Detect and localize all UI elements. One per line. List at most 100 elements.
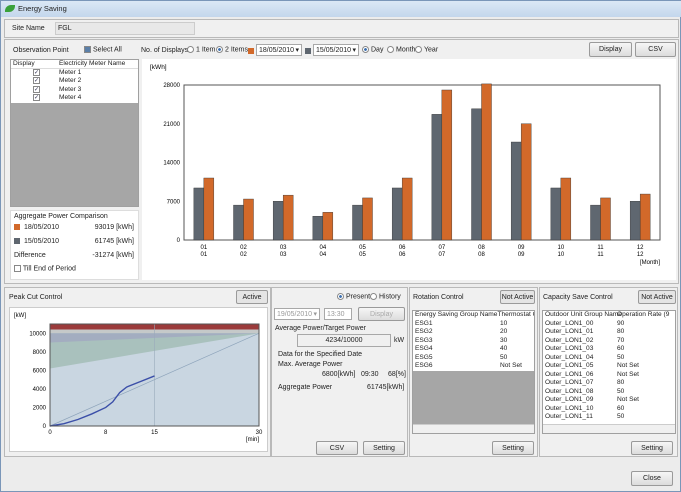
peak-cut-title: Peak Cut Control <box>9 294 63 301</box>
x-tick-label: 11 <box>597 245 604 251</box>
table-row[interactable]: Outer_LON1_11 50 <box>543 413 675 422</box>
close-button[interactable]: Close <box>631 471 673 486</box>
table-row[interactable]: Outer_LON1_09 Not Set <box>543 396 675 405</box>
rotation-setting-button[interactable]: Setting <box>492 441 534 455</box>
select-all-checkbox[interactable]: Select All <box>84 46 122 53</box>
table-row[interactable]: Outer_LON1_04 50 <box>543 354 675 363</box>
group-name-cell: Outer_LON1_05 <box>545 362 594 369</box>
value-cell: 80 <box>617 328 625 335</box>
display-button[interactable]: Display <box>589 42 632 57</box>
month-radio[interactable]: Month <box>387 46 415 53</box>
bar-series2 <box>312 215 324 241</box>
x-tick-label: 06 <box>399 245 406 251</box>
table-row[interactable]: ESG5 50 <box>413 354 534 363</box>
group-name-cell: ESG2 <box>415 328 433 335</box>
table-row[interactable]: ESG3 30 <box>413 337 534 346</box>
meter-checkbox[interactable]: ✓ <box>33 94 40 101</box>
meter-row[interactable]: ✓ Meter 2 <box>11 77 138 86</box>
bar-series1 <box>560 177 572 241</box>
table-row[interactable]: Outer_LON1_02 70 <box>543 337 675 346</box>
table-row[interactable]: Outer_LON1_00 90 <box>543 320 675 329</box>
capacity-table: Outdoor Unit Group Name Operation Rate (9… <box>542 310 676 434</box>
table-row[interactable]: Outer_LON1_08 50 <box>543 388 675 397</box>
meter-checkbox[interactable]: ✓ <box>33 85 40 93</box>
x-tick-label: 08 <box>478 245 485 251</box>
window-title: Energy Saving <box>18 4 67 13</box>
table-row[interactable]: Outer_LON1_03 60 <box>543 345 675 354</box>
group-name-cell: Outer_LON1_08 <box>545 387 594 395</box>
day-radio[interactable]: Day <box>362 46 383 53</box>
rotation-table: Energy Saving Group Name Thermostat C ESG… <box>412 310 535 434</box>
value-cell: 50 <box>617 387 625 395</box>
table-row[interactable]: ESG2 20 <box>413 328 534 337</box>
year-radio[interactable]: Year <box>415 46 438 53</box>
horizontal-scrollbar[interactable] <box>413 424 534 433</box>
group-name-cell: Outer_LON1_04 <box>545 353 594 361</box>
site-name-label: Site Name <box>12 25 45 32</box>
present-radio[interactable]: Present <box>337 293 370 300</box>
x-tick-label: 11 <box>597 252 604 258</box>
date2-dropdown[interactable]: 15/05/2010 ▾ <box>313 44 359 56</box>
max-avg-power-time: 09:30 <box>361 371 379 378</box>
two-items-radio[interactable]: 2 Items <box>216 46 248 53</box>
table-row[interactable]: Outer_LON1_10 60 <box>543 405 675 414</box>
meter-row[interactable]: ✓ Meter 1 <box>11 68 138 78</box>
peak-time-field[interactable]: 13:30 <box>324 308 352 320</box>
title-bar: Energy Saving <box>1 1 681 17</box>
col-display: Display <box>13 60 35 67</box>
meter-checkbox[interactable]: ✓ <box>33 77 40 84</box>
one-item-radio[interactable]: 1 Item <box>187 46 215 53</box>
value-cell: Not Set <box>500 362 522 369</box>
till-end-checkbox[interactable]: Till End of Period <box>14 265 76 272</box>
peak-csv-button[interactable]: CSV <box>316 441 358 455</box>
site-name-field: FGL <box>55 22 195 35</box>
horizontal-scrollbar[interactable] <box>543 424 675 433</box>
table-row[interactable]: Outer_LON1_05 Not Set <box>543 362 675 371</box>
table-row[interactable]: Outer_LON1_07 80 <box>543 379 675 388</box>
observation-point-label: Observation Point <box>13 47 69 54</box>
x-tick-label: 05 <box>359 252 366 258</box>
max-avg-power-percent: 68[%] <box>388 371 406 378</box>
value-cell: 50 <box>617 413 625 420</box>
meter-name: Meter 1 <box>59 68 82 76</box>
max-avg-power-value: 6800[kWh] <box>322 371 356 378</box>
capacity-setting-button[interactable]: Setting <box>631 441 673 455</box>
rotation-title: Rotation Control <box>413 294 464 301</box>
group-name-cell: Outer_LON1_03 <box>545 345 594 352</box>
difference-value: -31274 [kWh] <box>92 252 134 259</box>
group-name-cell: Outer_LON1_00 <box>545 319 594 327</box>
x-tick-label: 06 <box>399 252 406 258</box>
rotation-panel: Rotation Control Not Active Energy Savin… <box>409 287 538 457</box>
energy-bar-chart: [kWh]07000140002100028000010102020303040… <box>142 59 676 280</box>
y-axis-label: [kWh] <box>150 64 167 71</box>
group-name-cell: ESG5 <box>415 353 433 361</box>
table-row[interactable]: ESG4 40 <box>413 345 534 354</box>
main-panel: Observation Point Select All No. of Disp… <box>4 39 679 284</box>
x-tick-label: 01 <box>200 245 207 251</box>
peak-display-button[interactable]: Display <box>358 307 405 321</box>
group-name-cell: ESG1 <box>415 319 433 327</box>
y-tick-label: 21000 <box>163 122 180 128</box>
csv-button[interactable]: CSV <box>635 42 676 57</box>
table-row[interactable]: ESG1 10 <box>413 320 534 329</box>
x-tick-label: 07 <box>438 252 445 258</box>
bar-series2 <box>233 204 244 241</box>
peak-setting-button[interactable]: Setting <box>363 441 405 455</box>
meter-checkbox[interactable]: ✓ <box>33 68 40 76</box>
table-row[interactable]: Outer_LON1_01 80 <box>543 328 675 337</box>
meter-row[interactable]: ✓ Meter 4 <box>11 94 138 103</box>
date1-dropdown[interactable]: 18/05/2010 ▾ <box>256 44 302 56</box>
table-row[interactable]: ESG6 Not Set <box>413 362 534 371</box>
history-radio[interactable]: History <box>370 293 401 300</box>
site-panel: Site Name FGL <box>4 19 679 38</box>
meter-row[interactable]: ✓ Meter 3 <box>11 85 138 95</box>
max-avg-power-label: Max. Average Power <box>278 361 343 368</box>
group-name-cell: Outer_LON1_11 <box>545 413 593 420</box>
y-tick-label: 0 <box>177 238 181 244</box>
bar-series1 <box>203 177 215 241</box>
aggregate-power-value: 61745[kWh] <box>367 384 405 391</box>
x-tick-label: 10 <box>557 245 564 251</box>
peak-cut-panel: Peak Cut Control Active [kW] 0 2000 4000 600… <box>4 287 271 457</box>
peak-date-field[interactable]: 19/05/2010 ▾ <box>274 308 320 320</box>
table-row[interactable]: Outer_LON1_06 Not Set <box>543 371 675 380</box>
